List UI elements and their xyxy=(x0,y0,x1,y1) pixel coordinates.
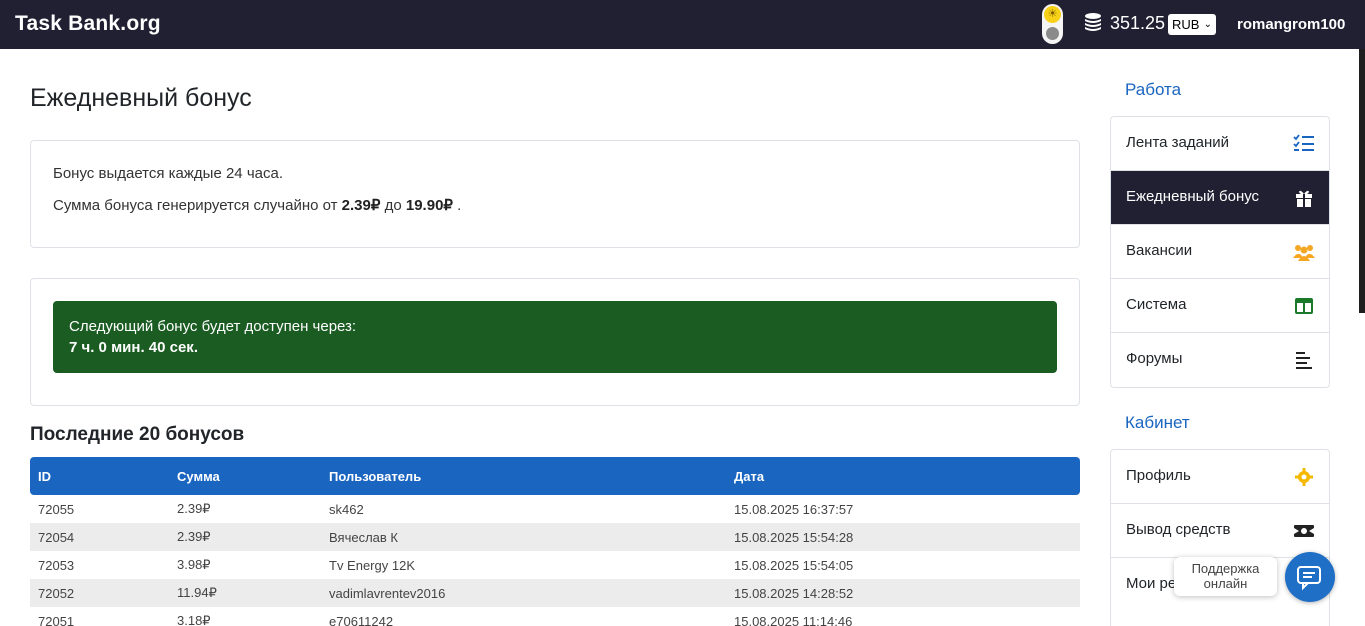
sidebar-item-system[interactable]: Система xyxy=(1111,279,1329,333)
scrollbar-thumb[interactable] xyxy=(1359,49,1365,313)
range-suffix: . xyxy=(457,197,462,214)
sidebar-item-label: Система xyxy=(1126,296,1187,313)
range-prefix: Сумма бонуса генерируется случайно от xyxy=(53,197,338,214)
sidebar-item-forums[interactable]: Форумы xyxy=(1111,333,1329,387)
column-header-amount: Сумма xyxy=(177,468,220,484)
theme-toggle[interactable]: ☀ xyxy=(1042,4,1063,44)
sidebar-item-vacancies[interactable]: Вакансии xyxy=(1111,225,1329,279)
cell-id: 72055 xyxy=(38,501,75,517)
sidebar-item-label: Вакансии xyxy=(1126,242,1193,259)
range-mid: до xyxy=(384,197,402,214)
cell-user: sk462 xyxy=(329,501,364,517)
cell-amount: 11.94₽ xyxy=(177,585,217,600)
table-row: 72054 2.39₽ Вячеслав К 15.08.2025 15:54:… xyxy=(30,523,1080,551)
cell-date: 15.08.2025 15:54:05 xyxy=(734,557,854,573)
cell-date: 15.08.2025 15:54:28 xyxy=(734,529,854,545)
chat-icon xyxy=(1297,566,1321,591)
bonus-interval-text: Бонус выдается каждые 24 часа. xyxy=(53,165,283,182)
support-text-line2: онлайн xyxy=(1203,576,1248,591)
cell-amount: 3.18₽ xyxy=(177,613,211,626)
align-left-icon xyxy=(1296,352,1312,369)
sidebar-item-label: Профиль xyxy=(1126,467,1191,484)
cell-amount: 3.98₽ xyxy=(177,557,211,572)
table-row: 72052 11.94₽ vadimlavrentev2016 15.08.20… xyxy=(30,579,1080,607)
layout-icon xyxy=(1295,298,1313,314)
support-text-line1: Поддержка xyxy=(1191,561,1260,576)
money-icon xyxy=(1294,525,1314,537)
users-icon xyxy=(1293,245,1315,261)
timer-label: Следующий бонус будет доступен через: xyxy=(69,318,357,335)
username-link[interactable]: romangrom100 xyxy=(1237,16,1345,33)
cell-amount: 2.39₽ xyxy=(177,529,211,544)
support-tooltip[interactable]: Поддержка онлайн xyxy=(1174,557,1277,596)
sidebar-item-label: Мои ре xyxy=(1126,575,1177,592)
support-chat-button[interactable] xyxy=(1285,552,1335,602)
coins-icon xyxy=(1085,13,1101,31)
cell-amount: 2.39₽ xyxy=(177,501,211,516)
balance-value: 351.25 xyxy=(1110,13,1166,33)
sidebar-work-list: Лента заданий Ежедневный бонус Вакансии xyxy=(1110,116,1330,388)
min-amount: 2.39₽ xyxy=(341,197,381,214)
gear-icon xyxy=(1295,468,1313,486)
bonuses-table: ID Сумма Пользователь Дата 72055 2.39₽ s… xyxy=(30,457,1080,626)
sidebar-item-daily-bonus[interactable]: Ежедневный бонус xyxy=(1111,171,1329,225)
cell-user: Вячеслав К xyxy=(329,529,398,545)
currency-select[interactable]: RUB ⌄ xyxy=(1168,14,1216,35)
sidebar-item-label: Ежедневный бонус xyxy=(1126,188,1260,205)
sidebar-heading-work: Работа xyxy=(1125,80,1182,99)
cell-user: e70611242 xyxy=(329,613,394,626)
bonus-timer-card: Следующий бонус будет доступен через: 7 … xyxy=(30,278,1080,406)
column-header-user: Пользователь xyxy=(329,468,422,484)
timer-value: 7 ч. 0 мин. 40 сек. xyxy=(69,339,198,356)
page-title: Ежедневный бонус xyxy=(30,84,252,112)
currency-value: RUB xyxy=(1172,17,1200,32)
cell-id: 72053 xyxy=(38,557,75,573)
cell-user: vadimlavrentev2016 xyxy=(329,585,446,601)
chevron-down-icon: ⌄ xyxy=(1203,19,1212,30)
cell-date: 15.08.2025 14:28:52 xyxy=(734,585,854,601)
sun-icon: ☀ xyxy=(1044,6,1061,23)
cell-date: 15.08.2025 16:37:57 xyxy=(734,501,854,517)
sidebar-item-label: Форумы xyxy=(1126,350,1183,367)
column-header-id: ID xyxy=(38,468,51,484)
sidebar-item-profile[interactable]: Профиль xyxy=(1111,450,1329,504)
table-header-row: ID Сумма Пользователь Дата xyxy=(30,457,1080,495)
next-bonus-alert: Следующий бонус будет доступен через: 7 … xyxy=(53,301,1057,373)
sidebar-cabinet-list: Профиль Вывод средств Мои ре xyxy=(1110,449,1330,626)
gift-icon xyxy=(1296,190,1312,207)
task-list-icon xyxy=(1293,134,1314,151)
sidebar-item-task-feed[interactable]: Лента заданий xyxy=(1111,117,1329,171)
cell-id: 72051 xyxy=(38,613,75,626)
sidebar-item-label: Лента заданий xyxy=(1126,134,1230,151)
sidebar-item-withdraw[interactable]: Вывод средств xyxy=(1111,504,1329,558)
bonus-range-text: Сумма бонуса генерируется случайно от 2.… xyxy=(53,196,461,214)
top-navbar: Task Bank.org ☀ 351.25 RUB ⌄ romangrom10… xyxy=(0,0,1365,49)
cell-date: 15.08.2025 11:14:46 xyxy=(734,613,853,626)
cell-id: 72054 xyxy=(38,529,75,545)
recent-bonuses-title: Последние 20 бонусов xyxy=(30,424,245,445)
table-row: 72053 3.98₽ Tv Energy 12K 15.08.2025 15:… xyxy=(30,551,1080,579)
column-header-date: Дата xyxy=(734,468,765,484)
sidebar-heading-cabinet: Кабинет xyxy=(1125,413,1190,432)
bonus-info-card: Бонус выдается каждые 24 часа. Сумма бон… xyxy=(30,140,1080,248)
table-row: 72055 2.39₽ sk462 15.08.2025 16:37:57 xyxy=(30,495,1080,523)
sidebar-item-label: Вывод средств xyxy=(1126,521,1231,538)
table-row: 72051 3.18₽ e70611242 15.08.2025 11:14:4… xyxy=(30,607,1080,626)
cell-user: Tv Energy 12K xyxy=(329,557,415,573)
max-amount: 19.90₽ xyxy=(405,197,453,214)
brand-logo[interactable]: Task Bank.org xyxy=(15,12,161,36)
toggle-knob xyxy=(1046,27,1059,40)
cell-id: 72052 xyxy=(38,585,75,601)
